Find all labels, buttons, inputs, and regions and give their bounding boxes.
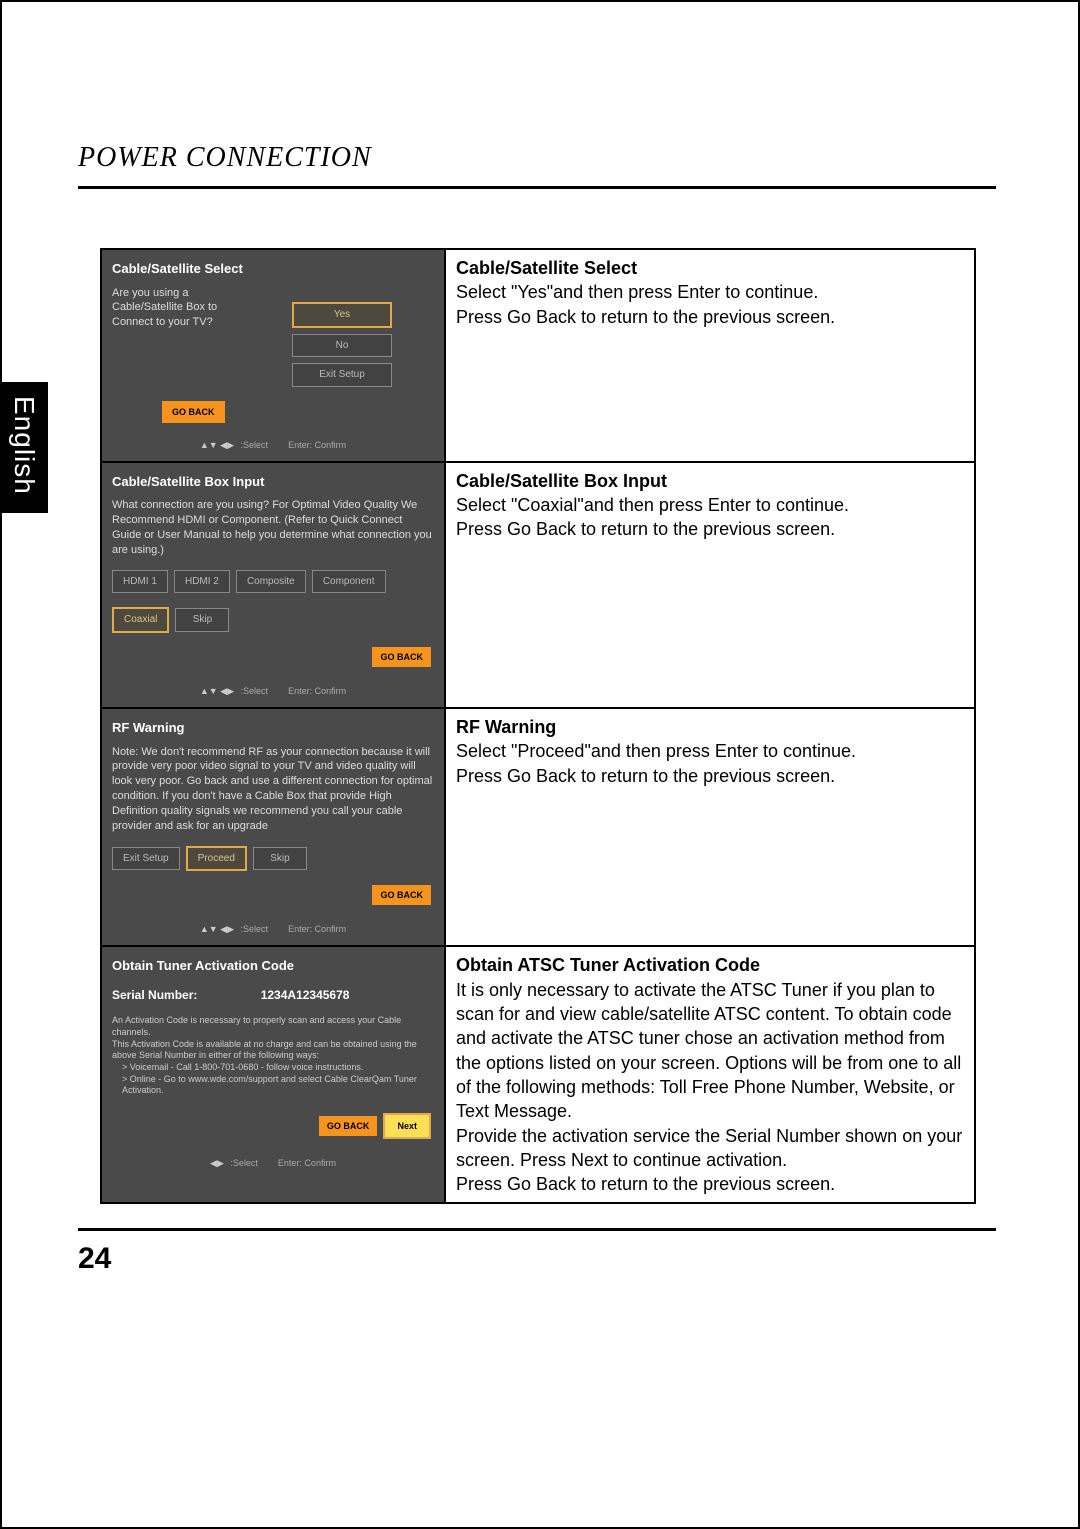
- serial-row: Serial Number: 1234A12345678: [112, 987, 434, 1003]
- skip-button[interactable]: Skip: [175, 608, 229, 632]
- instr-body: Select "Coaxial"and then press Enter to …: [456, 495, 849, 539]
- instruction-cable-satellite-select: Cable/Satellite Select Select "Yes"and t…: [445, 249, 975, 462]
- skip-button[interactable]: Skip: [253, 847, 307, 871]
- next-button[interactable]: Next: [383, 1113, 431, 1139]
- activation-note-4: > Online - Go to www.wde.com/support and…: [122, 1074, 434, 1097]
- table-row: RF Warning Note: We don't recommend RF a…: [101, 708, 975, 946]
- go-back-button[interactable]: GO BACK: [319, 1116, 378, 1136]
- screenshot-rf-warning: RF Warning Note: We don't recommend RF a…: [101, 708, 445, 946]
- confirm-hint: Enter: Confirm: [278, 1158, 336, 1168]
- nav-hint-bar: ▲▼ ◀▶ :Select Enter: Confirm: [112, 435, 434, 451]
- select-hint: :Select: [241, 924, 269, 934]
- screenshot-body: What connection are you using? For Optim…: [112, 498, 434, 557]
- activation-note-1: An Activation Code is necessary to prope…: [112, 1015, 434, 1038]
- arrows-lr-icon: ◀▶: [210, 1158, 224, 1168]
- table-row: Cable/Satellite Select Are you using a C…: [101, 249, 975, 462]
- hdmi2-button[interactable]: HDMI 2: [174, 570, 230, 594]
- table-row: Cable/Satellite Box Input What connectio…: [101, 462, 975, 708]
- instruction-cable-box-input: Cable/Satellite Box Input Select "Coaxia…: [445, 462, 975, 708]
- composite-button[interactable]: Composite: [236, 570, 306, 594]
- arrows-icon: ▲▼ ◀▶: [200, 686, 234, 696]
- nav-hint-bar: ▲▼ ◀▶ :Select Enter: Confirm: [112, 681, 434, 697]
- screenshot-title: Cable/Satellite Box Input: [112, 473, 434, 491]
- confirm-hint: Enter: Confirm: [288, 440, 346, 450]
- instr-title: Cable/Satellite Box Input: [456, 471, 667, 491]
- serial-label: Serial Number:: [112, 988, 197, 1002]
- serial-value: 1234A12345678: [261, 988, 350, 1002]
- confirm-hint: Enter: Confirm: [288, 924, 346, 934]
- yes-button[interactable]: Yes: [292, 302, 392, 328]
- title-rule: [78, 186, 996, 189]
- nav-hint-bar: ◀▶ :Select Enter: Confirm: [112, 1153, 434, 1169]
- content-table: Cable/Satellite Select Are you using a C…: [100, 248, 976, 1204]
- select-hint: :Select: [230, 1158, 258, 1168]
- hdmi1-button[interactable]: HDMI 1: [112, 570, 168, 594]
- arrows-icon: ▲▼ ◀▶: [200, 924, 234, 934]
- component-button[interactable]: Component: [312, 570, 386, 594]
- instruction-activation-code: Obtain ATSC Tuner Activation Code It is …: [445, 946, 975, 1203]
- screenshot-cable-satellite-select: Cable/Satellite Select Are you using a C…: [101, 249, 445, 462]
- screenshot-title: RF Warning: [112, 719, 434, 737]
- screenshot-body: Note: We don't recommend RF as your conn…: [112, 745, 434, 834]
- instr-body: Select "Yes"and then press Enter to cont…: [456, 282, 835, 326]
- instruction-rf-warning: RF Warning Select "Proceed"and then pres…: [445, 708, 975, 946]
- screenshot-activation-code: Obtain Tuner Activation Code Serial Numb…: [101, 946, 445, 1203]
- arrows-icon: ▲▼ ◀▶: [200, 440, 234, 450]
- screenshot-body: Are you using a Cable/Satellite Box to C…: [112, 286, 252, 331]
- instr-title: RF Warning: [456, 717, 556, 737]
- confirm-hint: Enter: Confirm: [288, 686, 346, 696]
- instr-body: It is only necessary to activate the ATS…: [456, 980, 962, 1194]
- page: POWER CONNECTION English Cable/Satellite…: [0, 0, 1080, 1529]
- instr-body: Select "Proceed"and then press Enter to …: [456, 741, 856, 785]
- nav-hint-bar: ▲▼ ◀▶ :Select Enter: Confirm: [112, 919, 434, 935]
- go-back-button[interactable]: GO BACK: [372, 647, 431, 667]
- table-row: Obtain Tuner Activation Code Serial Numb…: [101, 946, 975, 1203]
- go-back-button[interactable]: GO BACK: [162, 401, 225, 423]
- instr-title: Cable/Satellite Select: [456, 258, 637, 278]
- no-button[interactable]: No: [292, 334, 392, 358]
- exit-setup-button[interactable]: Exit Setup: [112, 847, 180, 871]
- coaxial-button[interactable]: Coaxial: [112, 607, 169, 633]
- activation-note-2: This Activation Code is available at no …: [112, 1039, 434, 1062]
- page-number: 24: [78, 1242, 111, 1276]
- instr-title: Obtain ATSC Tuner Activation Code: [456, 955, 760, 975]
- screenshot-title: Cable/Satellite Select: [112, 260, 434, 278]
- select-hint: :Select: [241, 440, 269, 450]
- go-back-button[interactable]: GO BACK: [372, 885, 431, 905]
- select-hint: :Select: [241, 686, 269, 696]
- language-tab: English: [0, 382, 48, 513]
- footer-rule: [78, 1228, 996, 1231]
- activation-note-3: > Voicemail - Call 1-800-701-0680 - foll…: [122, 1062, 434, 1074]
- proceed-button[interactable]: Proceed: [186, 846, 247, 872]
- screenshot-cable-box-input: Cable/Satellite Box Input What connectio…: [101, 462, 445, 708]
- screenshot-title: Obtain Tuner Activation Code: [112, 957, 434, 975]
- exit-setup-button[interactable]: Exit Setup: [292, 363, 392, 387]
- section-title: POWER CONNECTION: [78, 142, 372, 174]
